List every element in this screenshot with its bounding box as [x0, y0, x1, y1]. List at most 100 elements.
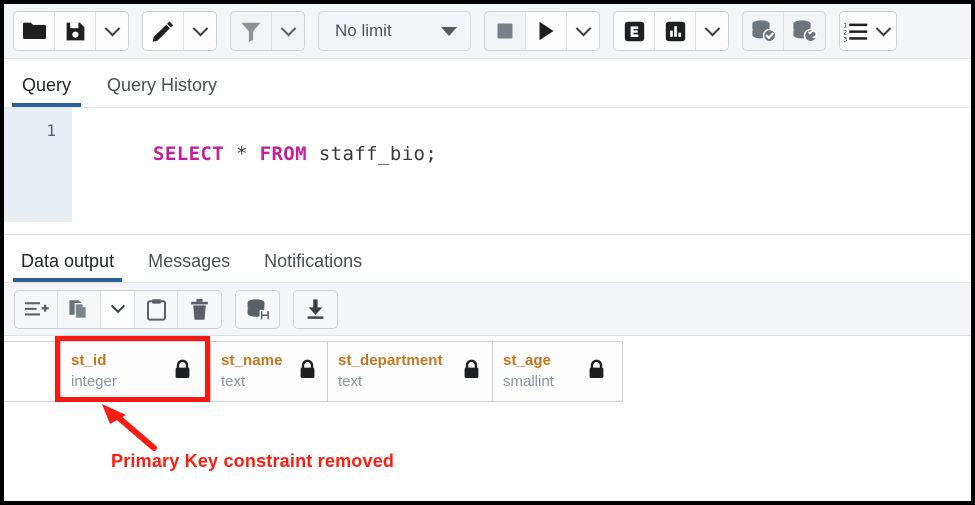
row-actions-group [14, 290, 222, 329]
save-data-group [235, 290, 280, 329]
sql-keyword-select: SELECT [153, 143, 224, 165]
edit-group [142, 11, 217, 51]
explain-button[interactable] [614, 12, 655, 50]
save-data-changes-button[interactable] [236, 291, 279, 328]
folder-icon [22, 21, 46, 41]
column-name: st_age [503, 350, 554, 371]
download-icon [305, 298, 326, 320]
line-number-gutter: 1 [4, 108, 72, 222]
sql-editor[interactable]: 1 SELECT * FROM staff_bio; [4, 107, 971, 234]
column-header-st-id[interactable]: st_id integer [61, 341, 211, 402]
save-disk-icon [65, 21, 86, 42]
delete-row-button[interactable] [178, 291, 221, 328]
column-type: smallint [503, 371, 554, 392]
chevron-down-icon [441, 27, 457, 36]
commit-button[interactable] [743, 12, 784, 50]
annotation-primary-key-removed: Primary Key constraint removed [111, 451, 394, 472]
sql-code-area[interactable]: SELECT * FROM staff_bio; [72, 108, 971, 234]
file-group [13, 11, 129, 51]
tab-data-output[interactable]: Data output [4, 251, 131, 282]
explain-group [613, 11, 729, 51]
funnel-icon [240, 21, 262, 42]
open-file-button[interactable] [14, 12, 55, 50]
numbered-list-icon: 1 2 3 [843, 21, 868, 42]
lock-icon [174, 359, 191, 379]
save-file-dropdown[interactable] [96, 12, 128, 50]
column-header-st-name[interactable]: st_name text [211, 341, 328, 402]
database-undo-icon [791, 19, 818, 43]
sql-keyword-from: FROM [260, 143, 307, 165]
tab-query-history-label: Query History [107, 75, 217, 95]
macros-group: 1 2 3 [839, 11, 897, 51]
explain-dropdown[interactable] [696, 12, 728, 50]
stop-query-button[interactable] [485, 12, 526, 50]
add-row-button[interactable] [15, 291, 58, 328]
trash-icon [190, 298, 209, 321]
row-limit-select[interactable]: No limit [318, 11, 471, 51]
column-type: integer [71, 371, 117, 392]
pgadmin-query-tool-window: No limit [0, 0, 975, 505]
tab-messages[interactable]: Messages [131, 251, 247, 282]
svg-text:3: 3 [843, 36, 847, 42]
tab-query-label: Query [22, 75, 71, 95]
chevron-down-icon [280, 20, 296, 36]
filter-dropdown[interactable] [272, 12, 304, 50]
explain-analyze-button[interactable] [655, 12, 696, 50]
copy-button[interactable] [58, 291, 101, 328]
sql-table-name: staff_bio; [319, 143, 437, 165]
sql-star: * [236, 143, 248, 165]
column-name: st_id [71, 350, 117, 371]
explain-e-icon [623, 20, 646, 43]
edit-button[interactable] [143, 12, 184, 50]
filter-button[interactable] [231, 12, 272, 50]
chevron-down-icon [875, 20, 891, 36]
output-tab-bar: Data output Messages Notifications [4, 234, 971, 282]
tab-query[interactable]: Query [4, 75, 89, 107]
column-type: text [338, 371, 443, 392]
transaction-group [742, 11, 826, 51]
copy-dropdown[interactable] [101, 291, 135, 328]
download-csv-button[interactable] [294, 291, 337, 328]
chevron-down-icon [110, 299, 124, 313]
execute-dropdown[interactable] [567, 12, 599, 50]
chevron-down-icon [104, 20, 120, 36]
tab-query-history[interactable]: Query History [89, 75, 235, 107]
chevron-down-icon [192, 20, 208, 36]
download-group [293, 290, 338, 329]
database-save-icon [245, 298, 271, 321]
row-limit-value: No limit [335, 21, 392, 41]
macros-dropdown[interactable] [870, 12, 896, 50]
save-file-button[interactable] [55, 12, 96, 50]
chevron-down-icon [575, 20, 591, 36]
paste-button[interactable] [135, 291, 178, 328]
line-number: 1 [46, 121, 56, 140]
edit-dropdown[interactable] [184, 12, 216, 50]
tab-notifications-label: Notifications [264, 251, 362, 271]
tab-data-output-label: Data output [21, 251, 114, 271]
play-triangle-icon [536, 20, 556, 42]
column-name: st_department [338, 350, 443, 371]
clipboard-paste-icon [146, 298, 167, 321]
tab-messages-label: Messages [148, 251, 230, 271]
tab-notifications[interactable]: Notifications [247, 251, 379, 282]
database-check-icon [750, 19, 777, 43]
macros-button[interactable]: 1 2 3 [840, 12, 870, 50]
rollback-button[interactable] [784, 12, 825, 50]
copy-icon [68, 298, 90, 320]
pencil-icon [151, 20, 175, 42]
row-number-header [4, 341, 61, 402]
lock-icon [299, 359, 316, 379]
column-header-st-department[interactable]: st_department text [328, 341, 493, 402]
query-tool-toolbar: No limit [4, 4, 971, 59]
column-type: text [221, 371, 283, 392]
add-row-icon [24, 299, 49, 319]
execute-query-button[interactable] [526, 12, 567, 50]
execute-group [484, 11, 600, 51]
query-tab-bar: Query Query History [4, 59, 971, 107]
lock-icon [463, 359, 480, 379]
svg-text:1: 1 [843, 22, 847, 29]
grid-header-row: st_id integer st_name text [4, 341, 623, 402]
column-name: st_name [221, 350, 283, 371]
column-header-st-age[interactable]: st_age smallint [493, 341, 623, 402]
data-output-toolbar [4, 282, 971, 335]
